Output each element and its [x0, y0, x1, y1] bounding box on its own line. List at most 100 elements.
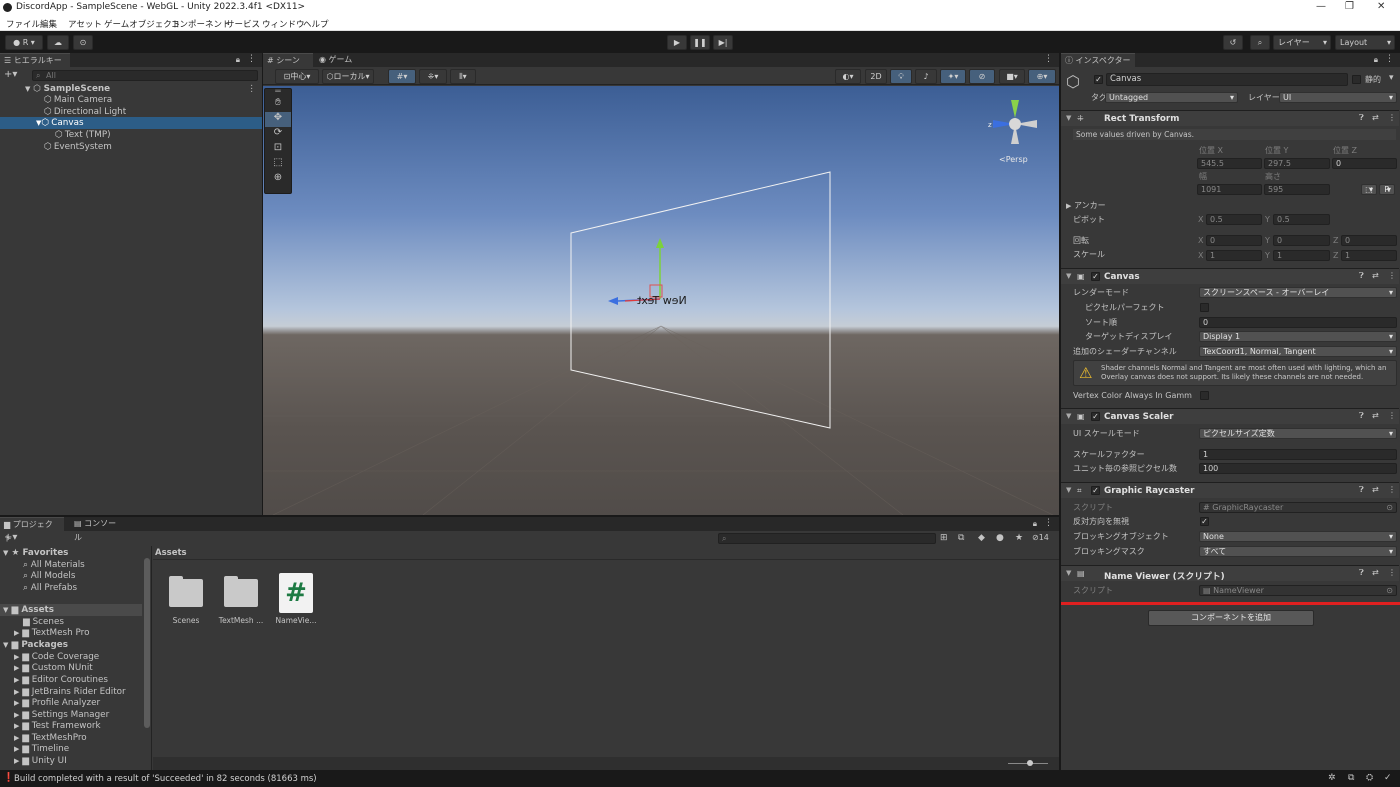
tab-scene[interactable]: # シーン [263, 53, 313, 67]
drag-handle-icon[interactable]: ═ [265, 88, 291, 97]
rotation-y-field[interactable]: 0 [1273, 235, 1330, 246]
tree-folder-textmesh-pro[interactable]: ▶ ▆ TextMesh Pro [14, 627, 89, 639]
vertex-color-checkbox[interactable] [1200, 391, 1209, 400]
tree-package[interactable]: ▶ ▆ Test Framework [14, 720, 101, 732]
chevron-down-icon[interactable]: ▾ [1389, 73, 1394, 83]
bug-icon[interactable]: ✲ [1328, 773, 1336, 783]
help-icon[interactable]: ❓︎ [1359, 485, 1364, 495]
project-search-input[interactable]: ⌕ [718, 533, 936, 544]
pos-z-field[interactable]: 0 [1332, 158, 1397, 169]
log-types-icon[interactable]: ● [996, 533, 1004, 543]
pos-x-field[interactable]: 545.5 [1197, 158, 1262, 169]
hierarchy-search-input[interactable]: ⌕ All [32, 70, 258, 81]
hierarchy-item-text-tmp[interactable]: ⬡ Text (TMP) [55, 129, 111, 141]
tab-inspector[interactable]: ⓘ インスペクター [1061, 53, 1135, 67]
close-button[interactable]: ✕ [1377, 1, 1385, 12]
tree-scrollbar[interactable] [144, 558, 150, 728]
menu-help[interactable]: ヘルプ [303, 18, 329, 30]
component-enabled-checkbox[interactable]: ✓ [1091, 272, 1100, 281]
lock-icon[interactable]: 🔒︎ [236, 55, 240, 65]
persp-label[interactable]: <Persp [999, 155, 1028, 164]
tree-assets[interactable]: ▼ ▆ Assets [0, 604, 142, 616]
favorite-star-icon[interactable]: ★ [1015, 533, 1023, 543]
height-field[interactable]: 595 [1264, 184, 1330, 195]
orientation-gizmo[interactable]: z [985, 94, 1045, 154]
tree-favorite-item[interactable]: ⌕ All Models [23, 570, 75, 582]
lighting-toggle-icon[interactable]: 💡︎ [890, 69, 912, 84]
name-viewer-header[interactable]: ▼ ▤ Name Viewer (スクリプト) ❓︎ ⇄ ⋮ [1061, 565, 1399, 582]
tree-packages[interactable]: ▼ ▆ Packages [3, 639, 68, 651]
presets-icon[interactable]: ⇄ [1372, 113, 1379, 122]
more-icon[interactable]: ⋮ [1044, 518, 1053, 528]
more-icon[interactable]: ⋮ [1388, 485, 1396, 494]
scene-row[interactable]: ▼ ⬡ SampleScene ⋮ [0, 83, 262, 95]
search-by-label-icon[interactable]: ⧉ [958, 533, 964, 543]
status-message[interactable]: Build completed with a result of 'Succee… [14, 774, 317, 784]
menu-component[interactable]: コンポーネント [171, 18, 231, 30]
hierarchy-item-eventsystem[interactable]: ⬡ EventSystem [44, 141, 112, 153]
shader-channels-dropdown[interactable]: TexCoord1, Normal, Tangent [1199, 346, 1397, 357]
component-enabled-checkbox[interactable]: ✓ [1091, 412, 1100, 421]
menu-file[interactable]: ファイル [6, 18, 40, 30]
more-icon[interactable]: ⋮ [1388, 568, 1396, 577]
progress-check-icon[interactable]: ✓ [1384, 773, 1392, 783]
gizmos-toggle-icon[interactable]: ⊕▾ [1028, 69, 1056, 84]
blocking-objects-dropdown[interactable]: None [1199, 531, 1397, 542]
blocking-mask-dropdown[interactable]: すべて [1199, 546, 1397, 557]
effects-toggle-icon[interactable]: ✦▾ [940, 69, 966, 84]
component-enabled-checkbox[interactable]: ✓ [1091, 486, 1100, 495]
active-checkbox[interactable]: ✓ [1094, 75, 1103, 84]
pixel-perfect-checkbox[interactable] [1200, 303, 1209, 312]
more-icon[interactable]: ⋮ [1388, 411, 1396, 420]
hand-tool-icon[interactable]: ✋︎ [265, 97, 291, 112]
tree-favorite-item[interactable]: ⌕ All Prefabs [23, 582, 77, 594]
auto-generate-lighting-icon[interactable]: ⛭ [1366, 773, 1373, 783]
tab-project[interactable]: ▆ プロジェクト [0, 517, 64, 543]
pivot-y-field[interactable]: 0.5 [1273, 214, 1330, 225]
tree-package[interactable]: ▶ ▆ Unity UI [14, 755, 67, 767]
transform-tool-icon[interactable]: ⊕ [265, 172, 291, 187]
static-checkbox[interactable] [1352, 75, 1361, 84]
script-field[interactable]: # GraphicRaycaster ⊙ [1199, 502, 1397, 513]
tree-package[interactable]: ▶ ▆ Custom NUnit [14, 662, 93, 674]
target-display-dropdown[interactable]: Display 1 [1199, 331, 1397, 342]
layer-dropdown[interactable]: UI [1279, 92, 1397, 103]
add-object-button[interactable]: +▾ [4, 69, 17, 80]
pivot-x-field[interactable]: 0.5 [1206, 214, 1262, 225]
help-icon[interactable]: ❓︎ [1359, 271, 1364, 281]
scale-z-field[interactable]: 1 [1341, 250, 1397, 261]
presets-icon[interactable]: ⇄ [1372, 485, 1379, 494]
canvas-component-header[interactable]: ▼ ▣ ✓ Canvas ❓︎ ⇄ ⋮ [1061, 268, 1399, 284]
more-icon[interactable]: ⋮ [1388, 113, 1396, 122]
scale-x-field[interactable]: 1 [1206, 250, 1262, 261]
anchors-foldout[interactable]: ▶ アンカー [1066, 200, 1106, 212]
cloud-icon[interactable]: ☁ [47, 35, 69, 50]
visibility-toggle-icon[interactable]: ⊘ [969, 69, 995, 84]
add-component-button[interactable]: コンポーネントを追加 [1148, 610, 1314, 626]
space-dropdown[interactable]: ⬡ローカル▾ [322, 69, 374, 84]
reference-ppu-field[interactable]: 100 [1199, 463, 1397, 474]
asset-script-nameviewer[interactable]: # NameVie... [276, 571, 316, 625]
pause-button[interactable]: ❚❚ [690, 35, 710, 50]
presets-icon[interactable]: ⇄ [1372, 271, 1379, 280]
hidden-packages-icon[interactable]: ⊘14 [1032, 533, 1049, 542]
minimize-button[interactable]: — [1316, 1, 1326, 12]
object-picker-icon[interactable]: ⊙ [1386, 503, 1393, 512]
blueprint-mode-button[interactable]: ⬚ [1361, 184, 1377, 195]
cache-server-icon[interactable]: ⧉ [1348, 773, 1354, 783]
help-icon[interactable]: ❓︎ [1359, 568, 1364, 578]
tag-icon[interactable]: ◆ [978, 533, 985, 543]
tab-game[interactable]: ◉ ゲーム [315, 53, 365, 67]
tag-dropdown[interactable]: Untagged [1105, 92, 1238, 103]
step-button[interactable]: ▶| [713, 35, 733, 50]
more-icon[interactable]: ⋮ [1044, 54, 1053, 64]
presets-icon[interactable]: ⇄ [1372, 568, 1379, 577]
help-icon[interactable]: ❓︎ [1359, 411, 1364, 421]
create-asset-button[interactable]: +▾ [4, 532, 17, 543]
graphic-raycaster-header[interactable]: ▼ ⌗ ✓ Graphic Raycaster ❓︎ ⇄ ⋮ [1061, 482, 1399, 498]
toggle-2d-button[interactable]: 2D [865, 69, 887, 84]
shading-mode-button[interactable]: ◐▾ [835, 69, 861, 84]
ignore-reversed-checkbox[interactable]: ✓ [1200, 517, 1209, 526]
layers-dropdown[interactable]: レイヤー ▾ [1273, 35, 1331, 50]
width-field[interactable]: 1091 [1197, 184, 1262, 195]
